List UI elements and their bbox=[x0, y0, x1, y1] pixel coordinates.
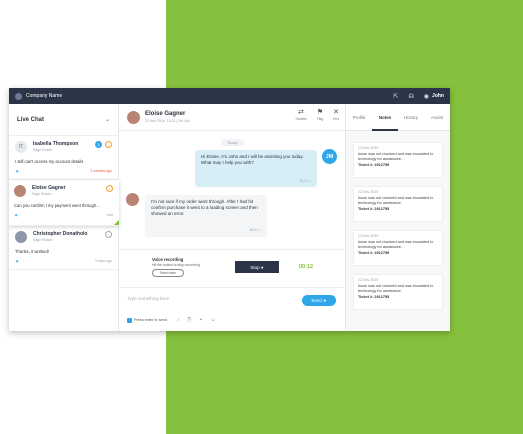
contact-agent: Sage Roach bbox=[32, 192, 52, 196]
user-name[interactable]: John bbox=[432, 93, 444, 99]
enter-to-send-checkbox[interactable] bbox=[127, 318, 132, 323]
twitter-icon: ✦ bbox=[15, 169, 20, 175]
end-button[interactable]: ✕ End bbox=[333, 109, 339, 121]
chevron-down-icon[interactable]: ⌄ bbox=[105, 116, 110, 123]
send-icon: ➤ bbox=[323, 297, 327, 303]
chat-meta: 22 Nov 2019, 16:21 | 2m 44s bbox=[145, 119, 190, 123]
flag-button[interactable]: ⚑ Flag bbox=[317, 109, 323, 121]
message-time: 3 minutes ago bbox=[90, 169, 112, 173]
note-text: Issue was not resolved and was escalated… bbox=[358, 152, 434, 161]
note-card[interactable]: 22-Nov-2019 Issue was not resolved and w… bbox=[353, 142, 443, 178]
unread-badge: 3 bbox=[95, 141, 102, 148]
avatar bbox=[14, 185, 26, 197]
tab-notes[interactable]: Notes bbox=[372, 104, 398, 131]
message-time: 3 days ago bbox=[94, 259, 112, 263]
twitter-icon: ✦ bbox=[15, 259, 20, 265]
twitter-icon: ✦ bbox=[14, 213, 19, 219]
avatar bbox=[15, 231, 27, 243]
user-icon[interactable]: ◉ bbox=[424, 93, 429, 100]
company-name: Company Name bbox=[26, 93, 63, 99]
attachment-icon[interactable]: ⎘ bbox=[188, 317, 192, 323]
sentiment-icon: ☺ bbox=[106, 185, 113, 192]
external-link-icon[interactable]: ⇱ bbox=[393, 93, 398, 100]
contact-avatar bbox=[126, 193, 139, 206]
contact-agent: Sage Roach bbox=[33, 238, 53, 242]
conversation-list: Live Chat ⌄ IT Isabella Thompson Sage Ro… bbox=[9, 104, 119, 331]
info-panel: Profile Notes History Assist 22-Nov-2019… bbox=[346, 104, 450, 331]
conversation-item[interactable]: Christopher Donatholo Sage Roach ☺ Thank… bbox=[9, 226, 118, 270]
day-separator: Today bbox=[221, 139, 244, 146]
enter-to-send-label: Press enter to send bbox=[134, 318, 167, 322]
conversation-item[interactable]: IT Isabella Thompson Sage Roach 3 ☺ I st… bbox=[9, 136, 118, 180]
top-bar: Company Name ⇱ ☊ ◉ John bbox=[9, 88, 450, 104]
note-date: 22-Nov-2019 bbox=[358, 146, 379, 150]
avatar: IT bbox=[15, 141, 27, 153]
note-ticket: Ticket #: 2912755 bbox=[358, 207, 390, 211]
message-time: now bbox=[106, 213, 113, 217]
last-message: Thanks, it worked! bbox=[15, 249, 49, 254]
conversation-item-active[interactable]: Eloise Gagner Sage Roach ☺ Can you confi… bbox=[9, 180, 119, 226]
message-list: Today Hi Eloise, I'm John and I will be … bbox=[119, 131, 345, 249]
tab-history[interactable]: History bbox=[398, 104, 424, 131]
message-text: I'm not sure if my order went through. A… bbox=[151, 199, 258, 216]
voice-recording-panel: Voice recording Hit the button to stop r… bbox=[119, 249, 345, 288]
tab-assist[interactable]: Assist bbox=[424, 104, 450, 131]
sentiment-icon: ☺ bbox=[105, 141, 112, 148]
note-card[interactable]: 22-Nov-2019 Issue was not resolved and w… bbox=[353, 274, 443, 310]
message-status: 16:21 ✓ bbox=[299, 179, 312, 183]
send-button[interactable]: Send ➤ bbox=[302, 295, 336, 306]
contact-name: Isabella Thompson bbox=[33, 141, 79, 147]
live-chat-header[interactable]: Live Chat ⌄ bbox=[9, 104, 118, 136]
last-message: Can you confirm I my payment went throug… bbox=[14, 203, 100, 208]
compose-area[interactable]: Type something here Send ➤ Press enter t… bbox=[119, 288, 345, 330]
live-chat-title: Live Chat bbox=[17, 116, 45, 123]
contact-agent: Sage Roach bbox=[33, 148, 53, 152]
incoming-message: I'm not sure if my order went through. A… bbox=[145, 195, 267, 237]
location-icon[interactable]: ⌖ bbox=[200, 317, 203, 323]
note-date: 22-Nov-2019 bbox=[358, 190, 379, 194]
recording-hint: Hit the button to stop recording bbox=[152, 263, 200, 267]
note-date: 22-Nov-2019 bbox=[358, 234, 379, 238]
message-text: Hi Eloise, I'm John and I will be assist… bbox=[201, 154, 304, 165]
flag-icon: ⚑ bbox=[316, 109, 324, 116]
note-card[interactable]: 22-Nov-2019 Issue was not resolved and w… bbox=[353, 230, 443, 266]
recording-timer: 00:12 bbox=[299, 264, 314, 270]
headset-icon[interactable]: ☊ bbox=[408, 93, 413, 100]
note-text: Issue was not resolved and was escalated… bbox=[358, 196, 434, 205]
transfer-button[interactable]: ⇄ Transfer bbox=[295, 109, 307, 121]
info-tabs: Profile Notes History Assist bbox=[346, 104, 450, 131]
note-text: Issue was not resolved and was escalated… bbox=[358, 284, 434, 293]
contact-name: Eloise Gagner bbox=[32, 185, 66, 191]
tab-profile[interactable]: Profile bbox=[346, 104, 372, 131]
send-voice-button[interactable]: Send voice bbox=[152, 269, 184, 277]
contact-name: Eloise Gagner bbox=[145, 111, 186, 117]
contact-name: Christopher Donatholo bbox=[33, 231, 88, 237]
close-icon: ✕ bbox=[333, 109, 339, 116]
note-date: 22-Nov-2019 bbox=[358, 278, 379, 282]
note-ticket: Ticket #: 2912755 bbox=[358, 251, 390, 255]
sentiment-icon: ☺ bbox=[105, 231, 112, 238]
note-ticket: Ticket #: 2912755 bbox=[358, 163, 390, 167]
contact-avatar bbox=[127, 110, 140, 124]
agent-avatar: JM bbox=[322, 149, 337, 164]
message-status: 16:21 ✓ bbox=[249, 228, 262, 232]
app-window: Company Name ⇱ ☊ ◉ John Live Chat ⌄ IT I… bbox=[9, 88, 450, 331]
note-text: Issue was not resolved and was escalated… bbox=[358, 240, 434, 249]
chat-panel: Eloise Gagner 22 Nov 2019, 16:21 | 2m 44… bbox=[119, 104, 346, 331]
emoji-icon[interactable]: ☺ bbox=[210, 317, 215, 323]
company-logo bbox=[15, 92, 22, 100]
recording-title: Voice recording bbox=[152, 257, 184, 262]
message-input[interactable]: Type something here bbox=[127, 296, 169, 301]
transfer-icon: ⇄ bbox=[298, 109, 304, 116]
outgoing-message: Hi Eloise, I'm John and I will be assist… bbox=[195, 150, 317, 187]
last-message: I still can't access my account details bbox=[15, 159, 84, 164]
note-card[interactable]: 22-Nov-2019 Issue was not resolved and w… bbox=[353, 186, 443, 222]
chat-header: Eloise Gagner 22 Nov 2019, 16:21 | 2m 44… bbox=[119, 104, 345, 131]
microphone-icon[interactable]: ♪ bbox=[177, 317, 180, 323]
active-corner-marker bbox=[114, 220, 119, 225]
stop-recording-button[interactable]: Stop ● bbox=[235, 261, 279, 273]
note-ticket: Ticket #: 2912755 bbox=[358, 295, 390, 299]
